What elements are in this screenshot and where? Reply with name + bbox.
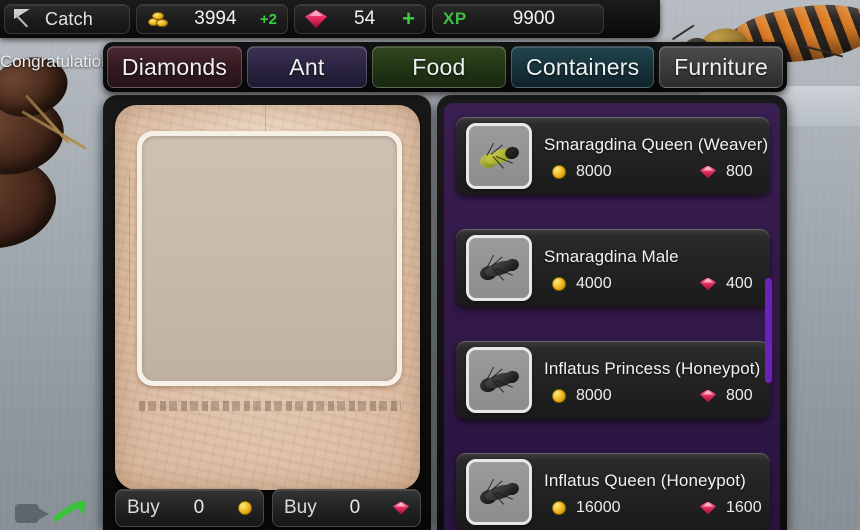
top-hud-bar: Catch 3994 +2 54 + XP 9900: [0, 0, 660, 38]
buy-gem-quantity: 0: [349, 497, 361, 518]
net-icon: [13, 7, 37, 31]
catch-button[interactable]: Catch: [4, 4, 130, 34]
shop-category-tabs: Diamonds Ant Food Containers Furniture: [103, 42, 787, 92]
buy-with-diamonds-button[interactable]: Buy 0: [272, 489, 421, 527]
tab-diamonds-label: Diamonds: [121, 53, 228, 80]
diamond-icon: [305, 10, 327, 28]
ant-creature-left: [0, 49, 116, 255]
catch-label: Catch: [45, 8, 94, 29]
buy-with-gold-button[interactable]: Buy 0: [115, 489, 264, 527]
diamond-cost: 400: [700, 275, 753, 293]
gold-cost-value: 4000: [576, 275, 612, 292]
tab-containers[interactable]: Containers: [511, 46, 655, 88]
item-name: Smaragdina Male: [544, 247, 679, 266]
buy-gem-label: Buy: [284, 497, 317, 518]
list-item[interactable]: Inflatus Princess (Honeypot) 8000 800: [456, 341, 770, 419]
green-arrow-icon[interactable]: [52, 494, 93, 526]
diamond-icon: [700, 501, 716, 515]
diamond-icon: [393, 501, 409, 515]
tab-ant-label: Ant: [289, 53, 325, 80]
tab-food-label: Food: [412, 53, 466, 80]
diamond-icon: [700, 277, 716, 291]
tab-containers-label: Containers: [526, 53, 640, 80]
tab-furniture[interactable]: Furniture: [659, 46, 783, 88]
diamond-cost: 800: [700, 163, 753, 181]
parchment-card: [115, 105, 420, 490]
item-name: Inflatus Princess (Honeypot): [544, 359, 761, 378]
item-name: Smaragdina Queen (Weaver): [544, 135, 769, 154]
coin-icon: [552, 389, 566, 403]
shop-list-scrollbar[interactable]: [765, 113, 776, 530]
list-item[interactable]: Smaragdina Male 4000 400: [456, 229, 770, 307]
diamond-cost: 1600: [700, 499, 762, 517]
xp-amount: 9900: [512, 8, 555, 29]
ant-thumbnail: [466, 235, 532, 301]
diamond-icon: [700, 165, 716, 179]
diamond-cost-value: 1600: [726, 499, 762, 516]
tab-diamonds[interactable]: Diamonds: [107, 46, 242, 88]
coin-icon: [552, 277, 566, 291]
ant-thumbnail: [466, 347, 532, 413]
game-screen: Congratulations Catch 3994 +2 54 + XP 99…: [0, 0, 860, 530]
gold-cost: 16000: [552, 499, 700, 517]
diamond-cost-value: 400: [726, 275, 753, 292]
diamond-cost-value: 800: [726, 387, 753, 404]
shop-list-panel: Smaragdina Queen (Weaver) 8000 800 Smara…: [437, 95, 787, 530]
coin-icon: [552, 165, 566, 179]
tab-furniture-label: Furniture: [674, 53, 768, 80]
shop-list-scroll-area[interactable]: Smaragdina Queen (Weaver) 8000 800 Smara…: [444, 103, 780, 530]
gold-cost-value: 8000: [576, 163, 612, 180]
list-item[interactable]: Inflatus Queen (Honeypot) 16000 1600: [456, 453, 770, 530]
video-camera-icon[interactable]: [15, 504, 49, 524]
item-preview-image: [142, 136, 397, 381]
diamond-cost-value: 800: [726, 163, 753, 180]
coin-icon: [238, 501, 252, 515]
item-preview-frame: [137, 131, 402, 386]
gold-cost-value: 8000: [576, 387, 612, 404]
scrollbar-thumb[interactable]: [765, 278, 772, 383]
gold-cost: 8000: [552, 387, 700, 405]
xp-display: XP 9900: [432, 4, 604, 34]
diamond-amount: 54: [354, 8, 376, 29]
gold-currency-display[interactable]: 3994 +2: [136, 4, 288, 34]
tab-ant[interactable]: Ant: [247, 46, 367, 88]
diamond-cost: 800: [700, 387, 753, 405]
item-detail-panel: Buy 0 Buy 0: [103, 95, 431, 530]
gold-cost: 8000: [552, 163, 700, 181]
gold-delta: +2: [259, 10, 277, 28]
gold-cost-value: 16000: [576, 499, 621, 516]
xp-label: XP: [443, 9, 467, 28]
diamond-icon: [700, 389, 716, 403]
ant-thumbnail: [466, 123, 532, 189]
item-description-text: [139, 401, 401, 411]
diamond-currency-display[interactable]: 54 +: [294, 4, 426, 34]
gold-cost: 4000: [552, 275, 700, 293]
gold-amount: 3994: [194, 8, 237, 29]
item-name: Inflatus Queen (Honeypot): [544, 471, 746, 490]
list-item[interactable]: Smaragdina Queen (Weaver) 8000 800: [456, 117, 770, 195]
add-diamonds-button[interactable]: +: [402, 8, 415, 30]
tab-food[interactable]: Food: [371, 46, 507, 88]
coin-icon: [552, 501, 566, 515]
buy-gold-label: Buy: [127, 497, 160, 518]
coins-icon: [147, 9, 171, 29]
ant-thumbnail: [466, 459, 532, 525]
buy-button-row: Buy 0 Buy 0: [103, 486, 431, 530]
buy-gold-quantity: 0: [193, 497, 205, 518]
